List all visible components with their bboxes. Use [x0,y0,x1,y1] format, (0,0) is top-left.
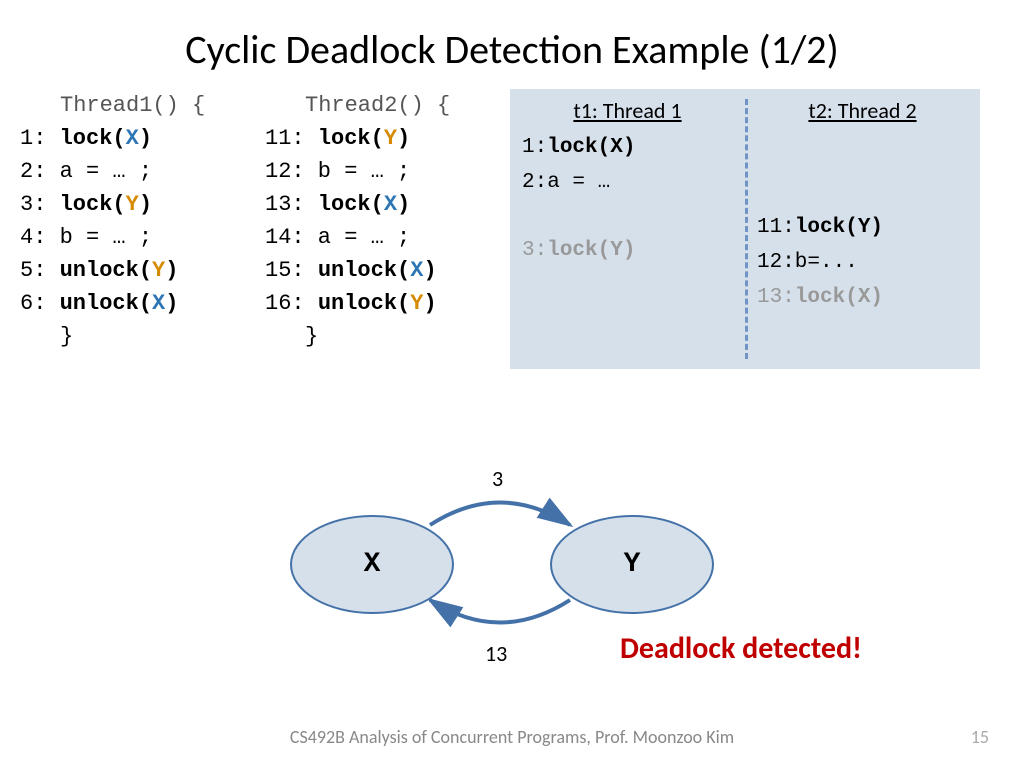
t2-l3-kw: lock( [318,192,384,217]
tr-t2-1a: 11: [757,216,795,239]
edge-label-top: 3 [492,465,503,492]
thread2-code: Thread2() { 11: lock(Y) 12: b = … ; 13: … [265,89,510,369]
trace-box: t1: Thread 1 1:lock(X) 2:a = … 3:lock(Y)… [510,89,980,369]
t1-l1-close: ) [139,126,152,151]
t1-l5-close: ) [165,258,178,283]
content-row: Thread1() { 1: lock(X) 2: a = … ; 3: loc… [0,89,1024,369]
slide-title: Cyclic Deadlock Detection Example (1/2) [0,0,1024,89]
tr-t1-1a: 1: [522,136,547,159]
t2-l1-var: Y [384,126,397,151]
t1-l5-num: 5: [20,258,60,283]
t2-l3-var: X [384,192,397,217]
trace-divider [745,99,748,359]
t2-l6-kw: unlock( [318,291,410,316]
t2-l6-num: 16: [265,291,318,316]
t2-l5-close: ) [423,258,436,283]
t1-l5-var: Y [152,258,165,283]
t1-l3-kw: lock( [60,192,126,217]
t2-l6-close: ) [423,291,436,316]
trace-h1: t1: Thread 1 [522,97,733,124]
thread1-code: Thread1() { 1: lock(X) 2: a = … ; 3: loc… [20,89,265,369]
t2-l5-kw: unlock( [318,258,410,283]
t1-l4: 4: b = … ; [20,221,265,254]
tr-t2-3a: 13: [757,286,795,309]
thread1-header: Thread1() { [20,89,265,122]
node-y: Y [550,515,714,614]
t2-l4: 14: a = … ; [265,221,510,254]
edge-label-bottom: 13 [485,640,507,667]
node-x: X [290,515,454,614]
t2-close: } [265,320,510,353]
t2-l5-num: 15: [265,258,318,283]
trace-h2: t2: Thread 2 [757,97,968,124]
t1-l1-kw: lock( [60,126,126,151]
thread2-header: Thread2() { [265,89,510,122]
page-number: 15 [971,726,989,748]
t1-l6-num: 6: [20,291,60,316]
t1-l2: 2: a = … ; [20,155,265,188]
edge-y-to-x [430,600,570,623]
t2-l5-var: X [410,258,423,283]
tr-t2-1b: lock(Y) [795,216,883,239]
trace-col-t1: t1: Thread 1 1:lock(X) 2:a = … 3:lock(Y) [510,89,745,369]
t1-l1-num: 1: [20,126,60,151]
t1-l3-num: 3: [20,192,60,217]
trace-col-t2: t2: Thread 2 11:lock(Y) 12:b=... 13:lock… [745,89,980,369]
t1-close: } [20,320,265,353]
deadlock-alert: Deadlock detected! [620,630,862,667]
t2-l1-num: 11: [265,126,318,151]
tr-t1-1b: lock(X) [547,136,635,159]
t1-l6-var: X [152,291,165,316]
t1-l1-var: X [126,126,139,151]
tr-t2-3b: lock(X) [795,286,883,309]
t2-l3-num: 13: [265,192,318,217]
footer-text: CS492B Analysis of Concurrent Programs, … [0,726,1024,748]
t2-l1-close: ) [397,126,410,151]
tr-t2-2: 12:b=... [757,251,968,274]
tr-t1-3b: lock(Y) [547,239,635,262]
t2-l3-close: ) [397,192,410,217]
t2-l2: 12: b = … ; [265,155,510,188]
t1-l6-kw: unlock( [60,291,152,316]
t2-l6-var: Y [410,291,423,316]
tr-t1-3a: 3: [522,239,547,262]
tr-t1-2: 2:a = … [522,171,733,194]
t2-l1-kw: lock( [318,126,384,151]
t1-l3-var: Y [126,192,139,217]
t1-l3-close: ) [139,192,152,217]
edge-x-to-y [430,503,570,526]
t1-l5-kw: unlock( [60,258,152,283]
t1-l6-close: ) [165,291,178,316]
